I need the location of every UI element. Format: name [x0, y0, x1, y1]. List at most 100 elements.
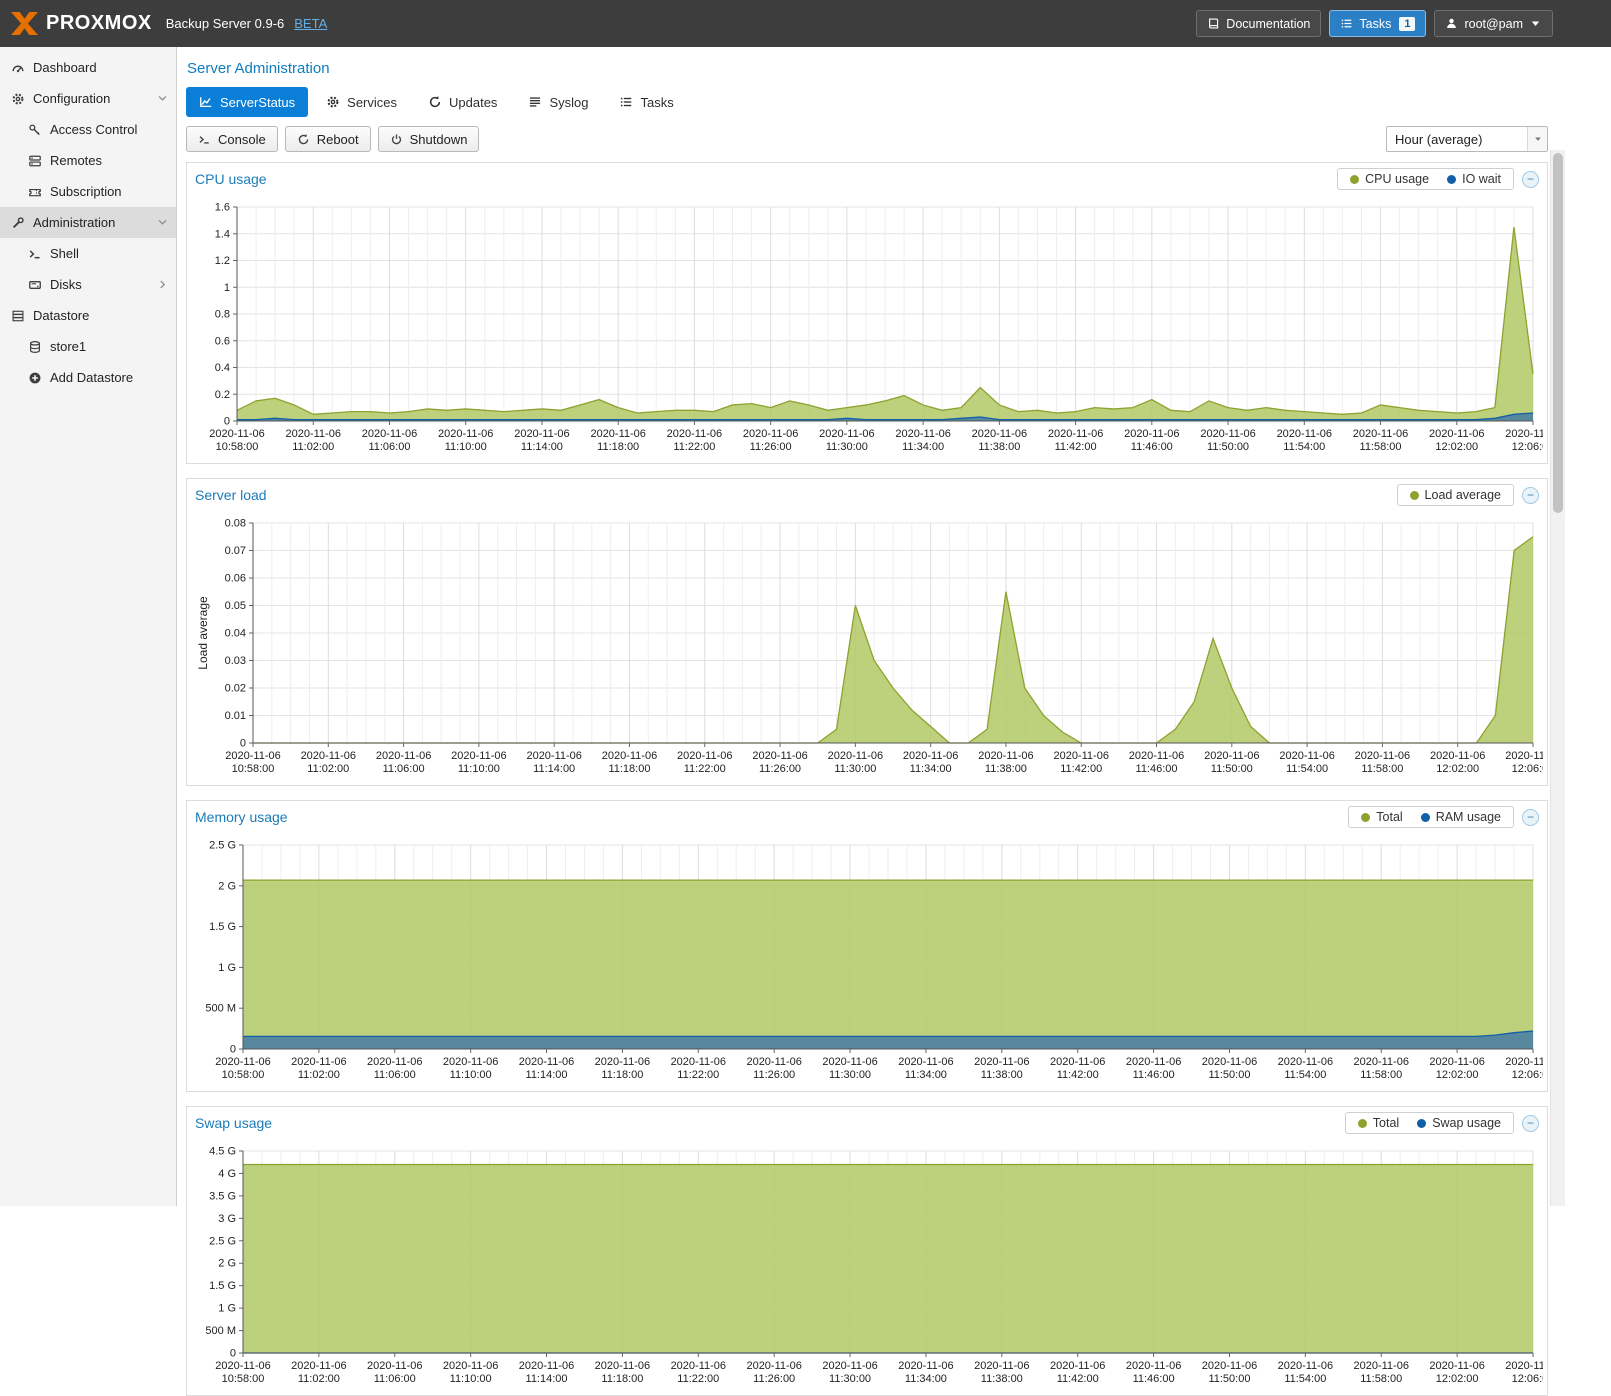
- svg-text:2020-11-06: 2020-11-06: [1505, 750, 1543, 762]
- panel-header: Memory usageTotalRAM usage−: [187, 801, 1547, 833]
- svg-text:0.08: 0.08: [225, 518, 246, 530]
- collapse-panel-icon[interactable]: −: [1522, 1115, 1539, 1132]
- console-button[interactable]: Console: [186, 126, 278, 152]
- sidebar-item-access-control[interactable]: Access Control: [0, 114, 176, 145]
- svg-text:10:58:00: 10:58:00: [232, 763, 275, 775]
- svg-text:1.6: 1.6: [215, 202, 230, 214]
- tab-services[interactable]: Services: [313, 87, 410, 117]
- legend-item[interactable]: CPU usage: [1350, 172, 1429, 186]
- wrench-icon: [11, 216, 25, 230]
- legend-item[interactable]: Total: [1361, 810, 1402, 824]
- svg-text:12:02:00: 12:02:00: [1436, 1069, 1479, 1081]
- svg-text:11:46:00: 11:46:00: [1133, 1069, 1175, 1081]
- vertical-scrollbar[interactable]: [1550, 150, 1565, 1206]
- proxmox-logo: PROXMOX: [10, 11, 152, 36]
- svg-text:11:06:00: 11:06:00: [374, 1069, 416, 1081]
- sidebar-item-label: Disks: [50, 277, 82, 292]
- legend-item[interactable]: Total: [1358, 1116, 1399, 1130]
- svg-text:11:10:00: 11:10:00: [445, 441, 487, 453]
- svg-text:11:22:00: 11:22:00: [677, 1069, 719, 1081]
- sidebar-item-disks[interactable]: Disks: [0, 269, 176, 300]
- scrollbar-thumb[interactable]: [1553, 153, 1563, 513]
- sidebar-item-label: Dashboard: [33, 60, 97, 75]
- tab-updates[interactable]: Updates: [415, 87, 510, 117]
- collapse-panel-icon[interactable]: −: [1522, 487, 1539, 504]
- gauge-icon: [11, 61, 25, 75]
- svg-text:11:30:00: 11:30:00: [829, 1069, 871, 1081]
- caret-down-icon: [1529, 17, 1542, 30]
- tasklist-icon: [619, 95, 633, 109]
- tab-serverstatus[interactable]: ServerStatus: [186, 87, 308, 117]
- svg-text:2.5 G: 2.5 G: [209, 840, 236, 852]
- svg-text:2020-11-06: 2020-11-06: [1054, 750, 1109, 762]
- sidebar-item-configuration[interactable]: Configuration: [0, 83, 176, 114]
- documentation-button[interactable]: Documentation: [1196, 10, 1321, 37]
- svg-text:2020-11-06: 2020-11-06: [746, 1360, 801, 1372]
- chart-area: 00.20.40.60.811.21.41.62020-11-0610:58:0…: [187, 195, 1547, 463]
- timeframe-select[interactable]: Hour (average): [1386, 126, 1548, 152]
- svg-text:12:02:00: 12:02:00: [1435, 441, 1478, 453]
- sidebar-item-datastore[interactable]: Datastore: [0, 300, 176, 331]
- sidebar-item-administration[interactable]: Administration: [0, 207, 176, 238]
- sidebar: Dashboard ConfigurationAccess ControlRemo…: [0, 47, 177, 1206]
- sidebar-item-label: Administration: [33, 215, 115, 230]
- svg-text:2020-11-06: 2020-11-06: [595, 1056, 650, 1068]
- svg-text:11:22:00: 11:22:00: [684, 763, 726, 775]
- svg-text:0.4: 0.4: [215, 362, 230, 374]
- reboot-button[interactable]: Reboot: [285, 126, 371, 152]
- sidebar-item-add-datastore[interactable]: Add Datastore: [0, 362, 176, 393]
- sidebar-item-store1[interactable]: store1: [0, 331, 176, 362]
- svg-text:2020-11-06: 2020-11-06: [819, 428, 874, 440]
- legend-item[interactable]: RAM usage: [1421, 810, 1501, 824]
- panel-swap-usage: Swap usageTotalSwap usage−0500 M1 G1.5 G…: [186, 1106, 1548, 1396]
- svg-text:2020-11-06: 2020-11-06: [376, 750, 431, 762]
- svg-text:1.4: 1.4: [215, 228, 230, 240]
- panel-header: Server loadLoad average−: [187, 479, 1547, 511]
- legend-item[interactable]: IO wait: [1447, 172, 1501, 186]
- timeframe-value: Hour (average): [1387, 132, 1527, 147]
- svg-text:11:54:00: 11:54:00: [1286, 763, 1328, 775]
- svg-text:11:06:00: 11:06:00: [383, 763, 425, 775]
- tab-syslog[interactable]: Syslog: [515, 87, 601, 117]
- tab-label: Syslog: [549, 95, 588, 110]
- svg-text:500 M: 500 M: [205, 1325, 236, 1337]
- svg-text:2020-11-06: 2020-11-06: [595, 1360, 650, 1372]
- chevron-down-icon[interactable]: [157, 217, 168, 228]
- sidebar-item-dashboard[interactable]: Dashboard: [0, 52, 176, 83]
- svg-text:2020-11-06: 2020-11-06: [1353, 428, 1408, 440]
- collapse-panel-icon[interactable]: −: [1522, 809, 1539, 826]
- sidebar-item-shell[interactable]: Shell: [0, 238, 176, 269]
- beta-link[interactable]: BETA: [294, 16, 327, 31]
- svg-text:2020-11-06: 2020-11-06: [895, 428, 950, 440]
- chevron-down-icon[interactable]: [157, 93, 168, 104]
- svg-text:2020-11-06: 2020-11-06: [1505, 428, 1543, 440]
- svg-text:0.06: 0.06: [225, 573, 246, 585]
- shutdown-button[interactable]: Shutdown: [378, 126, 480, 152]
- chart-area: 00.010.020.030.040.050.060.070.082020-11…: [187, 511, 1547, 785]
- svg-text:2020-11-06: 2020-11-06: [1429, 1056, 1484, 1068]
- terminal-icon: [198, 133, 211, 146]
- svg-text:2 G: 2 G: [218, 1258, 236, 1270]
- chart-legend: Total RAM usage: [1348, 806, 1514, 828]
- legend-item[interactable]: Swap usage: [1417, 1116, 1501, 1130]
- svg-text:2020-11-06: 2020-11-06: [362, 428, 417, 440]
- user-menu-button[interactable]: root@pam: [1434, 10, 1553, 37]
- caret-down-icon[interactable]: [1527, 127, 1547, 151]
- svg-text:2020-11-06: 2020-11-06: [1354, 1360, 1409, 1372]
- chart-area: 0500 M1 G1.5 G2 G2.5 G2020-11-0610:58:00…: [187, 833, 1547, 1091]
- svg-text:0: 0: [224, 416, 230, 428]
- svg-text:11:06:00: 11:06:00: [374, 1373, 416, 1385]
- tasks-button[interactable]: Tasks 1: [1329, 10, 1426, 37]
- legend-item[interactable]: Load average: [1410, 488, 1501, 502]
- svg-text:2020-11-06: 2020-11-06: [1202, 1360, 1257, 1372]
- svg-text:2020-11-06: 2020-11-06: [1200, 428, 1255, 440]
- svg-text:2020-11-06: 2020-11-06: [1277, 428, 1332, 440]
- tab-tasks[interactable]: Tasks: [606, 87, 686, 117]
- svg-text:10:58:00: 10:58:00: [222, 1069, 265, 1081]
- sidebar-item-subscription[interactable]: Subscription: [0, 176, 176, 207]
- chevron-right-icon[interactable]: [157, 279, 168, 290]
- collapse-panel-icon[interactable]: −: [1522, 171, 1539, 188]
- svg-text:11:34:00: 11:34:00: [902, 441, 944, 453]
- svg-text:2020-11-06: 2020-11-06: [974, 1056, 1029, 1068]
- sidebar-item-remotes[interactable]: Remotes: [0, 145, 176, 176]
